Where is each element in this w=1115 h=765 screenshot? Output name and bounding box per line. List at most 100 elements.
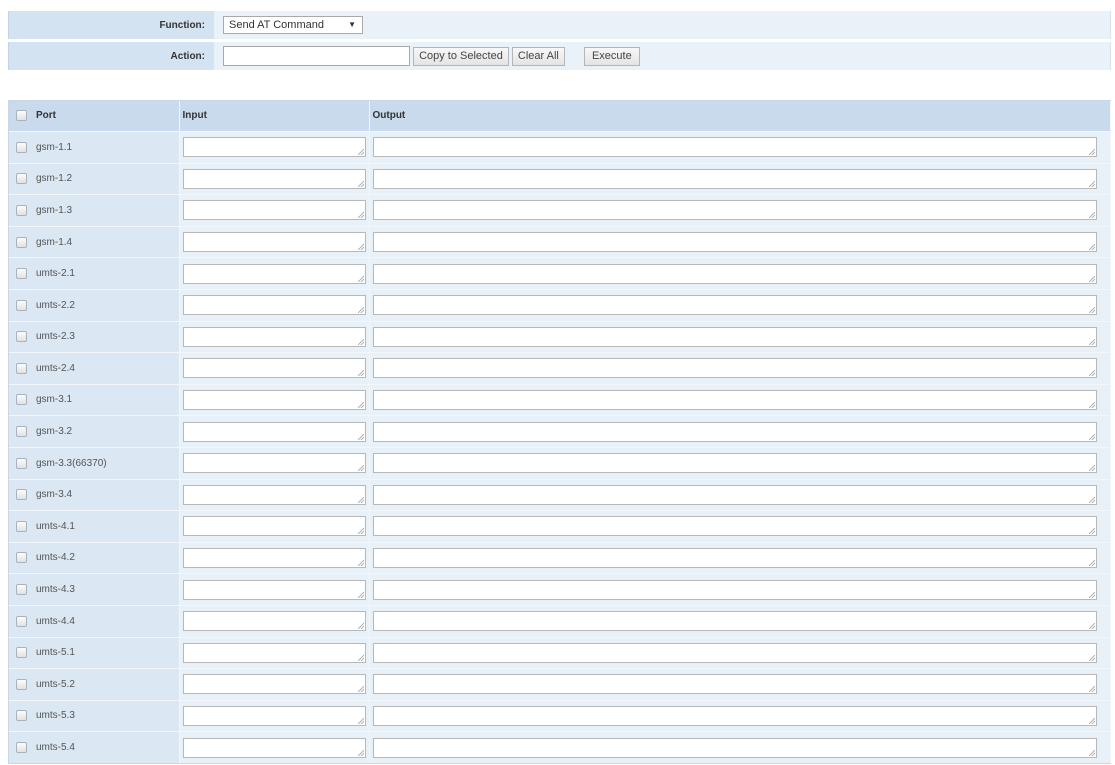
resize-grip-icon[interactable]	[357, 528, 364, 535]
resize-grip-icon[interactable]	[357, 370, 364, 377]
resize-grip-icon[interactable]	[357, 686, 364, 693]
port-checkbox[interactable]	[16, 489, 27, 501]
resize-grip-icon[interactable]	[357, 591, 364, 598]
resize-grip-icon[interactable]	[1088, 465, 1095, 472]
port-checkbox[interactable]	[16, 520, 27, 532]
resize-grip-icon[interactable]	[1088, 370, 1095, 377]
output-textarea[interactable]	[372, 232, 1097, 253]
resize-grip-icon[interactable]	[357, 275, 364, 282]
resize-grip-icon[interactable]	[357, 180, 364, 187]
output-textarea[interactable]	[372, 674, 1097, 695]
resize-grip-icon[interactable]	[357, 496, 364, 503]
input-textarea[interactable]	[182, 453, 366, 474]
resize-grip-icon[interactable]	[1088, 686, 1095, 693]
port-checkbox[interactable]	[16, 236, 27, 248]
resize-grip-icon[interactable]	[1088, 654, 1095, 661]
input-textarea[interactable]	[182, 421, 366, 442]
resize-grip-icon[interactable]	[1088, 528, 1095, 535]
port-checkbox[interactable]	[16, 457, 27, 469]
input-textarea[interactable]	[182, 326, 366, 347]
resize-grip-icon[interactable]	[1088, 717, 1095, 724]
copy-to-selected-button[interactable]: Copy to Selected	[413, 46, 509, 66]
input-textarea[interactable]	[182, 516, 366, 537]
output-textarea[interactable]	[372, 484, 1097, 505]
execute-button[interactable]: Execute	[583, 46, 640, 66]
port-checkbox[interactable]	[16, 299, 27, 311]
input-textarea[interactable]	[182, 295, 366, 316]
resize-grip-icon[interactable]	[1088, 212, 1095, 219]
resize-grip-icon[interactable]	[357, 244, 364, 251]
resize-grip-icon[interactable]	[1088, 338, 1095, 345]
output-textarea[interactable]	[372, 453, 1097, 474]
port-checkbox[interactable]	[16, 141, 27, 153]
output-textarea[interactable]	[372, 137, 1097, 158]
port-checkbox[interactable]	[16, 331, 27, 343]
port-checkbox[interactable]	[16, 584, 27, 596]
port-checkbox[interactable]	[16, 394, 27, 406]
resize-grip-icon[interactable]	[357, 338, 364, 345]
input-textarea[interactable]	[182, 200, 366, 221]
input-textarea[interactable]	[182, 168, 366, 189]
input-textarea[interactable]	[182, 137, 366, 158]
output-textarea[interactable]	[372, 579, 1097, 600]
port-checkbox[interactable]	[16, 552, 27, 564]
port-checkbox[interactable]	[16, 268, 27, 280]
output-textarea[interactable]	[372, 168, 1097, 189]
port-checkbox[interactable]	[16, 204, 27, 216]
input-textarea[interactable]	[182, 390, 366, 411]
resize-grip-icon[interactable]	[357, 402, 364, 409]
output-textarea[interactable]	[372, 263, 1097, 284]
resize-grip-icon[interactable]	[357, 654, 364, 661]
resize-grip-icon[interactable]	[1088, 402, 1095, 409]
input-textarea[interactable]	[182, 263, 366, 284]
output-textarea[interactable]	[372, 516, 1097, 537]
resize-grip-icon[interactable]	[1088, 244, 1095, 251]
resize-grip-icon[interactable]	[357, 433, 364, 440]
port-checkbox[interactable]	[16, 615, 27, 627]
resize-grip-icon[interactable]	[1088, 275, 1095, 282]
input-textarea[interactable]	[182, 232, 366, 253]
resize-grip-icon[interactable]	[1088, 591, 1095, 598]
input-textarea[interactable]	[182, 642, 366, 663]
input-textarea[interactable]	[182, 548, 366, 569]
resize-grip-icon[interactable]	[1088, 496, 1095, 503]
input-textarea[interactable]	[182, 611, 366, 632]
port-checkbox[interactable]	[16, 426, 27, 438]
resize-grip-icon[interactable]	[1088, 149, 1095, 156]
port-checkbox[interactable]	[16, 173, 27, 185]
output-textarea[interactable]	[372, 421, 1097, 442]
input-textarea[interactable]	[182, 705, 366, 726]
resize-grip-icon[interactable]	[357, 465, 364, 472]
port-checkbox[interactable]	[16, 742, 27, 753]
resize-grip-icon[interactable]	[1088, 433, 1095, 440]
output-textarea[interactable]	[372, 611, 1097, 632]
port-checkbox[interactable]	[16, 678, 27, 690]
resize-grip-icon[interactable]	[357, 623, 364, 630]
clear-all-button[interactable]: Clear All	[511, 46, 565, 66]
input-textarea[interactable]	[182, 358, 366, 379]
function-select[interactable]: Send AT Command ▼	[223, 16, 363, 34]
resize-grip-icon[interactable]	[1088, 560, 1095, 567]
input-textarea[interactable]	[182, 579, 366, 600]
port-checkbox[interactable]	[16, 362, 27, 374]
input-textarea[interactable]	[182, 737, 366, 758]
output-textarea[interactable]	[372, 548, 1097, 569]
resize-grip-icon[interactable]	[357, 212, 364, 219]
resize-grip-icon[interactable]	[1088, 307, 1095, 314]
select-all-checkbox[interactable]	[16, 110, 27, 122]
input-textarea[interactable]	[182, 484, 366, 505]
output-textarea[interactable]	[372, 295, 1097, 316]
input-textarea[interactable]	[182, 674, 366, 695]
resize-grip-icon[interactable]	[357, 749, 364, 756]
resize-grip-icon[interactable]	[357, 717, 364, 724]
output-textarea[interactable]	[372, 705, 1097, 726]
resize-grip-icon[interactable]	[1088, 180, 1095, 187]
output-textarea[interactable]	[372, 642, 1097, 663]
action-input[interactable]	[223, 46, 410, 66]
output-textarea[interactable]	[372, 737, 1097, 758]
resize-grip-icon[interactable]	[357, 307, 364, 314]
resize-grip-icon[interactable]	[1088, 623, 1095, 630]
resize-grip-icon[interactable]	[357, 149, 364, 156]
port-checkbox[interactable]	[16, 647, 27, 659]
output-textarea[interactable]	[372, 390, 1097, 411]
